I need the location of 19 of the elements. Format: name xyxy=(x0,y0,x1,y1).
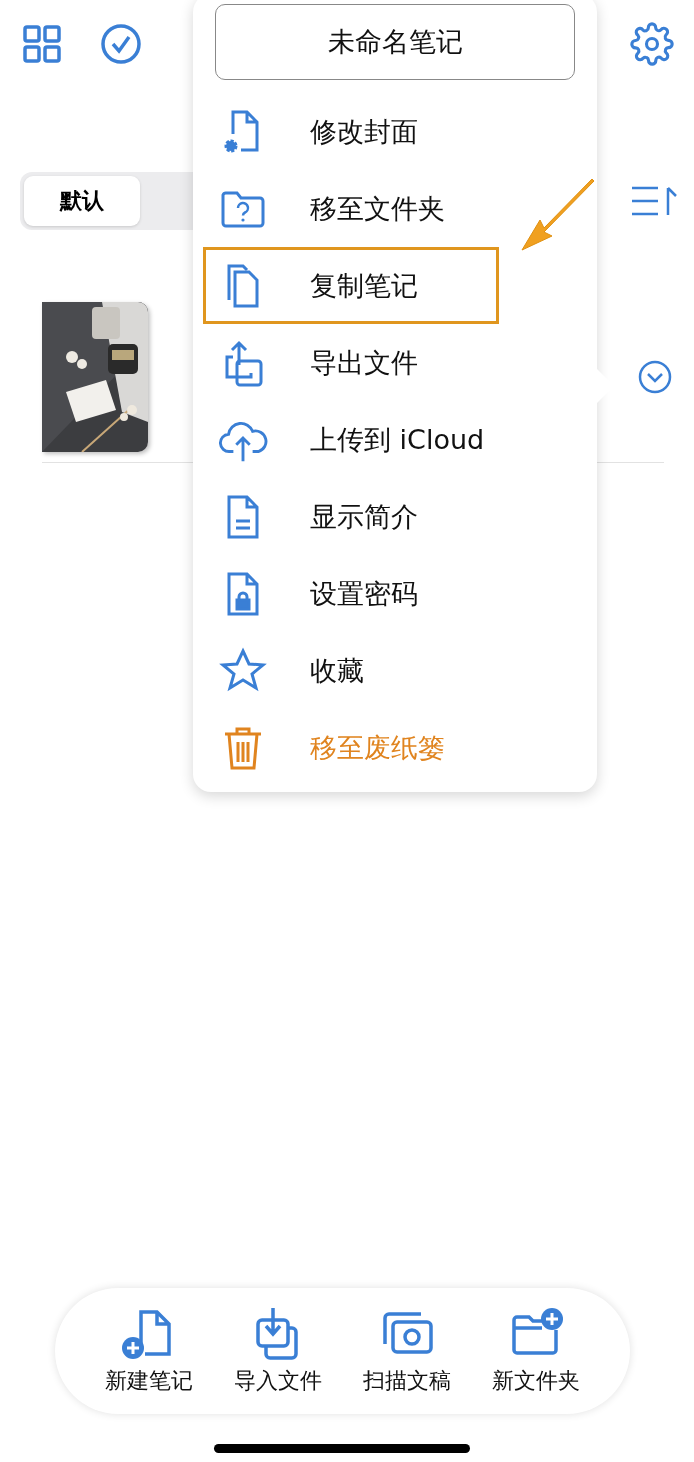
toolbar-button[interactable]: 新建笔记 xyxy=(105,1306,194,1396)
sort-icon[interactable] xyxy=(630,184,678,218)
toolbar-button[interactable]: 新文件夹 xyxy=(491,1306,580,1396)
menu-item[interactable]: 复制笔记 xyxy=(203,247,499,324)
settings-icon[interactable] xyxy=(630,22,674,66)
grid-view-icon[interactable] xyxy=(22,24,62,64)
menu-item[interactable]: 收藏 xyxy=(203,632,499,709)
chevron-down-icon[interactable] xyxy=(638,360,672,394)
title-field[interactable]: 未命名笔记 xyxy=(215,4,575,80)
select-check-icon[interactable] xyxy=(100,23,142,65)
menu-item[interactable]: 设置密码 xyxy=(203,555,499,632)
menu-item[interactable]: 显示简介 xyxy=(203,478,499,555)
sort-tab[interactable]: 默认 xyxy=(24,176,140,226)
toolbar-button[interactable]: 导入文件 xyxy=(234,1306,323,1396)
menu-item[interactable]: 上传到 iCloud xyxy=(203,401,499,478)
menu-item[interactable]: 移至文件夹 xyxy=(203,170,499,247)
menu-item[interactable]: 导出文件 xyxy=(203,324,499,401)
menu-item[interactable]: 修改封面 xyxy=(203,93,499,170)
toolbar-button[interactable]: 扫描文稿 xyxy=(362,1306,451,1396)
